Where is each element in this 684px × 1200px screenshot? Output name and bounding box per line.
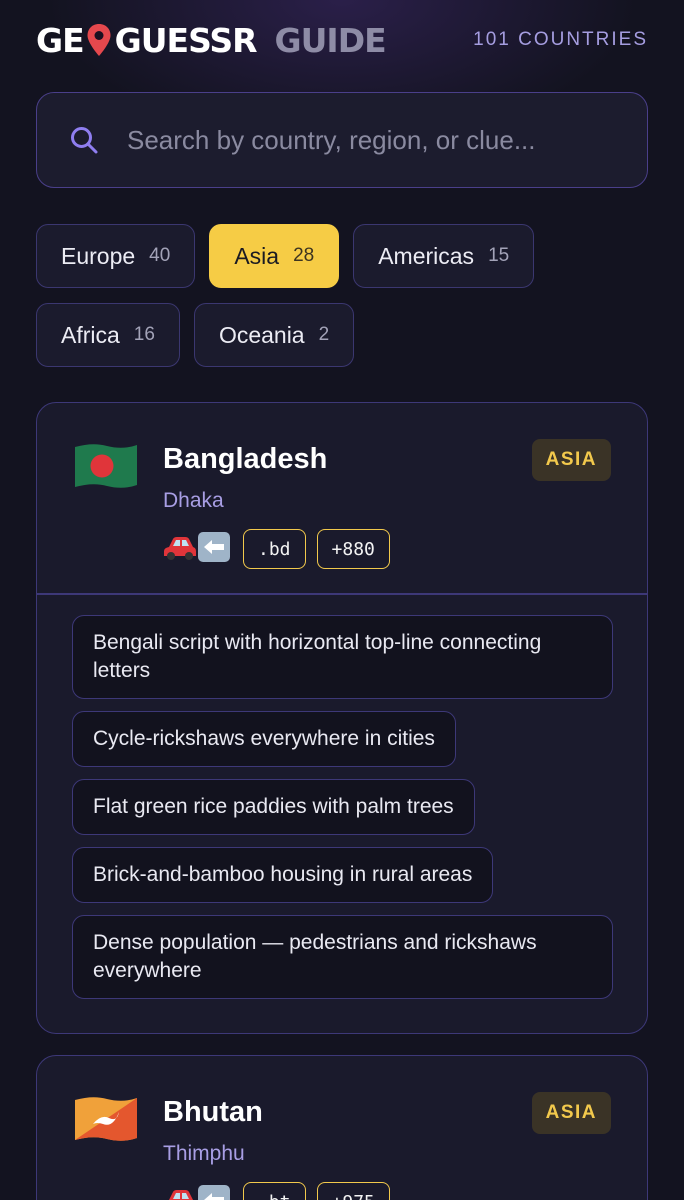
driving-side bbox=[163, 531, 231, 568]
search-input[interactable] bbox=[127, 124, 607, 156]
country-card-bhutan[interactable]: Bhutan Thimphu ASIA bbox=[36, 1055, 648, 1200]
clue-list: Bengali script with horizontal top-line … bbox=[37, 595, 647, 1033]
filter-label: Americas bbox=[378, 242, 475, 269]
tld-tag: .bd bbox=[243, 529, 306, 569]
region-badge: ASIA bbox=[531, 439, 611, 481]
left-arrow-icon bbox=[197, 1184, 231, 1200]
search-icon bbox=[69, 125, 99, 155]
country-capital: Dhaka bbox=[163, 489, 224, 512]
country-name: Bangladesh bbox=[163, 443, 328, 475]
logo-text-ge: GE bbox=[36, 20, 85, 60]
country-capital: Thimphu bbox=[163, 1142, 245, 1165]
filter-count: 40 bbox=[149, 245, 171, 266]
filter-count: 15 bbox=[488, 245, 510, 266]
clue-item: Brick-and-bamboo housing in rural areas bbox=[72, 846, 494, 903]
country-count: 101 COUNTRIES bbox=[473, 29, 648, 50]
left-arrow-icon bbox=[197, 531, 231, 568]
filter-label: Oceania bbox=[218, 321, 305, 348]
filter-label: Africa bbox=[61, 321, 120, 348]
region-filters: Europe 40 Asia 28 Americas 15 Africa 16 … bbox=[36, 224, 648, 367]
filter-label: Asia bbox=[234, 242, 280, 269]
clue-item: Cycle-rickshaws everywhere in cities bbox=[72, 710, 456, 767]
car-icon bbox=[163, 1186, 197, 1200]
calling-code-tag: +880 bbox=[316, 529, 390, 569]
card-meta: .bd +880 bbox=[163, 529, 401, 569]
tld-tag: .bt bbox=[243, 1182, 306, 1200]
filter-oceania[interactable]: Oceania 2 bbox=[193, 303, 355, 367]
filter-label: Europe bbox=[61, 242, 136, 269]
filter-count: 16 bbox=[133, 324, 155, 345]
driving-side bbox=[163, 1184, 231, 1200]
calling-code-tag: +975 bbox=[316, 1182, 390, 1200]
filter-asia[interactable]: Asia 28 bbox=[209, 224, 340, 288]
app-logo[interactable]: GE GUESSR GUIDE bbox=[36, 20, 387, 60]
map-pin-icon bbox=[86, 23, 112, 57]
card-header: Bangladesh Dhaka ASIA .bd +880 bbox=[37, 403, 647, 593]
filter-europe[interactable]: Europe 40 bbox=[36, 224, 196, 288]
search-bar[interactable] bbox=[36, 92, 648, 188]
card-header: Bhutan Thimphu ASIA bbox=[37, 1056, 647, 1200]
region-badge: ASIA bbox=[531, 1092, 611, 1134]
card-meta: .bt +975 bbox=[163, 1182, 401, 1200]
logo-text-guessr: GUESSR bbox=[114, 20, 258, 60]
filter-count: 2 bbox=[318, 324, 330, 345]
bhutan-flag-icon bbox=[73, 1094, 139, 1144]
country-name: Bhutan bbox=[163, 1096, 263, 1128]
logo-text-guide: GUIDE bbox=[274, 20, 387, 60]
car-icon bbox=[163, 533, 197, 566]
country-card-bangladesh[interactable]: Bangladesh Dhaka ASIA .bd +880 Bengali s… bbox=[36, 402, 648, 1034]
header: GE GUESSR GUIDE 101 COUNTRIES bbox=[36, 18, 648, 62]
filter-count: 28 bbox=[293, 245, 315, 266]
clue-item: Flat green rice paddies with palm trees bbox=[72, 778, 475, 835]
clue-item: Bengali script with horizontal top-line … bbox=[72, 614, 613, 699]
bangladesh-flag-icon bbox=[73, 441, 139, 491]
filter-africa[interactable]: Africa 16 bbox=[36, 303, 180, 367]
filter-americas[interactable]: Americas 15 bbox=[353, 224, 535, 288]
clue-item: Dense population — pedestrians and ricks… bbox=[72, 914, 613, 999]
